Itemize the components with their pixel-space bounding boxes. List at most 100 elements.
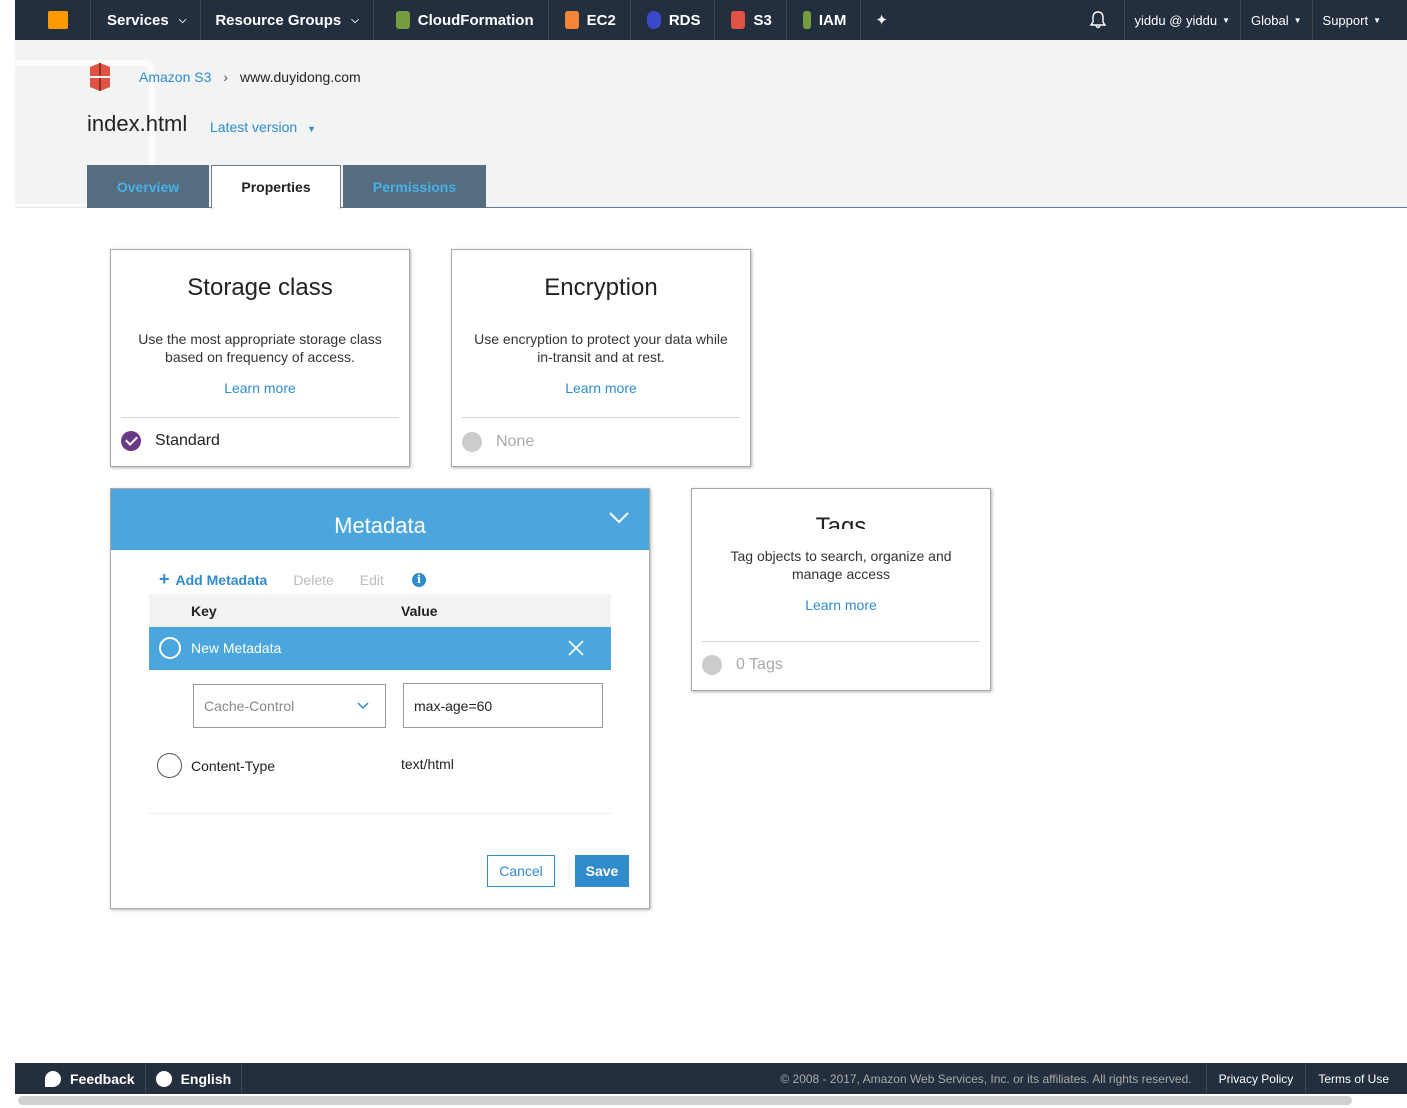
version-label: Latest version xyxy=(210,119,298,135)
resource-groups-label: Resource Groups xyxy=(215,11,342,29)
chevron-down-icon xyxy=(357,702,369,710)
storage-class-card[interactable]: Storage class Use the most appropriate s… xyxy=(110,249,410,467)
encryption-status: None xyxy=(462,432,534,452)
column-header-key: Key xyxy=(191,603,217,619)
status-dot-icon xyxy=(462,432,482,452)
aws-home-logo[interactable] xyxy=(15,0,91,40)
breadcrumb-chevron-icon: › xyxy=(223,69,229,85)
nav-link-label: RDS xyxy=(668,11,701,29)
save-button[interactable]: Save xyxy=(575,855,629,887)
version-dropdown[interactable]: Latest version ▼ xyxy=(210,119,316,135)
tags-card[interactable]: Tags Tag objects to search, organize and… xyxy=(691,488,991,691)
terms-of-use-link[interactable]: Terms of Use xyxy=(1305,1063,1407,1094)
language-label: English xyxy=(180,1070,232,1087)
top-navigation-bar: Services ⌵ Resource Groups ⌵ CloudFormat… xyxy=(15,0,1407,40)
learn-more-link[interactable]: Learn more xyxy=(692,597,990,613)
metadata-key-select[interactable]: Cache-Control xyxy=(193,684,386,728)
copyright-text: © 2008 - 2017, Amazon Web Services, Inc.… xyxy=(780,1071,1192,1086)
breadcrumb: Amazon S3 › www.duyidong.com xyxy=(87,62,361,92)
tab-properties[interactable]: Properties xyxy=(211,165,341,209)
metadata-header[interactable]: Metadata xyxy=(111,489,649,550)
storage-class-status: Standard xyxy=(121,431,220,451)
aws-cube-icon xyxy=(48,11,68,29)
storage-class-value: Standard xyxy=(155,432,220,449)
user-menu[interactable]: yiddu @ yiddu ▼ xyxy=(1125,0,1242,40)
nav-link-cloudformation[interactable]: CloudFormation xyxy=(374,0,549,40)
breadcrumb-bucket[interactable]: www.duyidong.com xyxy=(240,69,361,85)
metadata-key: Content-Type xyxy=(191,758,276,774)
learn-more-link[interactable]: Learn more xyxy=(111,380,409,396)
metadata-table-header: Key Value xyxy=(149,594,611,627)
learn-more-link[interactable]: Learn more xyxy=(452,380,750,396)
pin-shortcut[interactable]: ✦ xyxy=(861,0,902,40)
resource-groups-menu[interactable]: Resource Groups ⌵ xyxy=(201,0,374,40)
card-title: Tags xyxy=(815,513,867,529)
cloudformation-icon xyxy=(395,11,410,29)
table-divider xyxy=(149,813,611,814)
chevron-down-icon[interactable] xyxy=(609,511,629,525)
add-metadata-button[interactable]: + Add Metadata xyxy=(159,569,267,590)
nav-link-label: CloudFormation xyxy=(417,11,534,29)
nav-link-iam[interactable]: IAM xyxy=(787,0,862,40)
nav-link-s3[interactable]: S3 xyxy=(715,0,787,40)
cancel-button[interactable]: Cancel xyxy=(487,855,555,887)
metadata-value: text/html xyxy=(401,756,454,772)
caret-down-icon: ▼ xyxy=(307,124,316,134)
s3-bucket-icon xyxy=(90,63,110,91)
nav-link-label: IAM xyxy=(818,11,847,29)
metadata-toolbar: + Add Metadata Delete Edit i xyxy=(159,569,426,590)
card-divider xyxy=(121,417,399,418)
rds-icon xyxy=(646,11,661,29)
caret-down-icon: ▼ xyxy=(1373,15,1381,25)
horizontal-scrollbar[interactable] xyxy=(18,1096,1352,1105)
card-divider xyxy=(462,417,740,418)
add-metadata-label: Add Metadata xyxy=(175,571,268,588)
card-description: Use encryption to protect your data whil… xyxy=(474,331,728,365)
check-circle-icon xyxy=(121,431,141,451)
row-radio[interactable] xyxy=(159,637,181,659)
close-icon[interactable] xyxy=(568,640,584,656)
caret-down-icon: ▼ xyxy=(1293,15,1302,25)
support-menu[interactable]: Support ▼ xyxy=(1313,0,1407,40)
tab-permissions[interactable]: Permissions xyxy=(343,165,486,208)
key-select-value: Cache-Control xyxy=(204,698,295,714)
encryption-card[interactable]: Encryption Use encryption to protect you… xyxy=(451,249,751,467)
feedback-label: Feedback xyxy=(70,1070,135,1087)
metadata-panel: Metadata + Add Metadata Delete Edit i Ke… xyxy=(110,488,650,909)
delete-button[interactable]: Delete xyxy=(293,572,333,588)
chevron-down-icon: ⌵ xyxy=(178,14,187,26)
breadcrumb-amazon-s3-link[interactable]: Amazon S3 xyxy=(139,69,211,85)
ec2-icon xyxy=(564,11,579,29)
caret-down-icon: ▼ xyxy=(1222,15,1231,25)
card-title: Encryption xyxy=(544,274,658,301)
globe-icon xyxy=(155,1070,172,1087)
tags-status: 0 Tags xyxy=(702,655,783,675)
card-description: Tag objects to search, organize and mana… xyxy=(730,548,952,582)
support-label: Support xyxy=(1322,12,1369,28)
column-header-value: Value xyxy=(401,603,438,619)
nav-link-ec2[interactable]: EC2 xyxy=(549,0,631,40)
language-selector[interactable]: English xyxy=(146,1063,243,1094)
tab-overview[interactable]: Overview xyxy=(87,165,209,208)
nav-link-label: S3 xyxy=(753,11,772,29)
region-label: Global xyxy=(1251,12,1289,28)
services-menu[interactable]: Services ⌵ xyxy=(91,0,202,40)
edit-button[interactable]: Edit xyxy=(360,572,384,588)
nav-link-label: EC2 xyxy=(586,11,616,29)
feedback-button[interactable]: Feedback xyxy=(15,1063,146,1094)
info-icon[interactable]: i xyxy=(411,572,426,587)
new-metadata-row[interactable]: New Metadata xyxy=(149,627,611,670)
metadata-title: Metadata xyxy=(334,513,426,538)
s3-icon xyxy=(731,11,746,29)
metadata-value-input[interactable] xyxy=(403,683,603,728)
nav-link-rds[interactable]: RDS xyxy=(631,0,716,40)
footer-bar: Feedback English © 2008 - 2017, Amazon W… xyxy=(15,1063,1407,1094)
region-menu[interactable]: Global ▼ xyxy=(1241,0,1313,40)
privacy-policy-link[interactable]: Privacy Policy xyxy=(1205,1063,1306,1094)
row-radio[interactable] xyxy=(157,753,182,778)
encryption-value: None xyxy=(496,433,535,450)
notifications-bell[interactable] xyxy=(1072,0,1125,40)
speech-bubble-icon xyxy=(45,1070,61,1087)
table-row[interactable]: Content-Type text/html xyxy=(149,751,611,781)
tags-value: 0 Tags xyxy=(736,656,783,673)
